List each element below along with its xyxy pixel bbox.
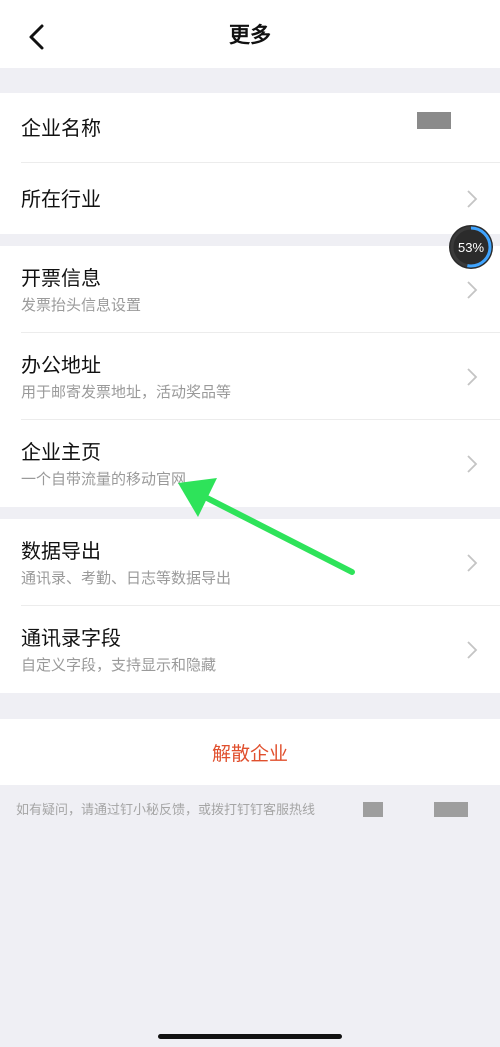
- chevron-right-icon: [467, 553, 478, 572]
- contact-fields-desc: 自定义字段，支持显示和隐藏: [21, 655, 217, 674]
- section-info: 开票信息 发票抬头信息设置 办公地址 用于邮寄发票地址，活动奖品等 企业主页 一…: [0, 246, 500, 507]
- data-export-row[interactable]: 数据导出 通讯录、考勤、日志等数据导出: [0, 519, 500, 606]
- invoice-info-row[interactable]: 开票信息 发票抬头信息设置: [0, 246, 500, 333]
- company-homepage-label: 企业主页: [21, 439, 101, 464]
- company-name-row[interactable]: 企业名称: [0, 93, 500, 163]
- chevron-right-icon: [467, 640, 478, 659]
- redacted-hotline: [363, 802, 383, 817]
- data-export-desc: 通讯录、考勤、日志等数据导出: [21, 568, 232, 587]
- office-address-label: 办公地址: [21, 352, 101, 377]
- company-homepage-desc: 一个自带流量的移动官网: [21, 469, 187, 488]
- section-gap: [0, 693, 500, 719]
- home-indicator: [158, 1034, 342, 1039]
- chevron-right-icon: [467, 367, 478, 386]
- progress-text: 53%: [458, 240, 484, 255]
- section-gap: [0, 68, 500, 93]
- footer-help: 如有疑问，请通过钉小秘反馈，或拨打钉钉客服热线: [0, 785, 500, 845]
- company-homepage-row[interactable]: 企业主页 一个自带流量的移动官网: [0, 420, 500, 507]
- dissolve-company-button[interactable]: 解散企业: [0, 719, 500, 785]
- contact-fields-label: 通讯录字段: [21, 625, 121, 650]
- contact-fields-row[interactable]: 通讯录字段 自定义字段，支持显示和隐藏: [0, 606, 500, 693]
- invoice-info-desc: 发票抬头信息设置: [21, 295, 142, 314]
- section-data: 数据导出 通讯录、考勤、日志等数据导出 通讯录字段 自定义字段，支持显示和隐藏: [0, 519, 500, 693]
- chevron-right-icon: [467, 280, 478, 299]
- industry-label: 所在行业: [21, 186, 101, 211]
- data-export-label: 数据导出: [21, 538, 101, 563]
- dissolve-company-label: 解散企业: [211, 742, 288, 765]
- progress-badge: 53%: [448, 224, 494, 270]
- redacted-company-name: [417, 112, 451, 129]
- progress-ring-icon: 53%: [449, 225, 493, 269]
- nav-bar: 更多: [0, 0, 500, 68]
- redacted-hotline-2: [434, 802, 468, 817]
- industry-row[interactable]: 所在行业: [0, 163, 500, 234]
- office-address-desc: 用于邮寄发票地址，活动奖品等: [21, 382, 232, 401]
- help-text: 如有疑问，请通过钉小秘反馈，或拨打钉钉客服热线: [16, 803, 316, 818]
- section-basic: 企业名称 所在行业: [0, 93, 500, 234]
- chevron-right-icon: [467, 454, 478, 473]
- chevron-right-icon: [467, 189, 478, 208]
- chevron-left-icon[interactable]: [22, 22, 52, 52]
- section-gap: [0, 234, 500, 246]
- office-address-row[interactable]: 办公地址 用于邮寄发票地址，活动奖品等: [0, 333, 500, 420]
- page-title: 更多: [229, 23, 271, 47]
- section-gap: [0, 507, 500, 519]
- invoice-info-label: 开票信息: [21, 265, 101, 290]
